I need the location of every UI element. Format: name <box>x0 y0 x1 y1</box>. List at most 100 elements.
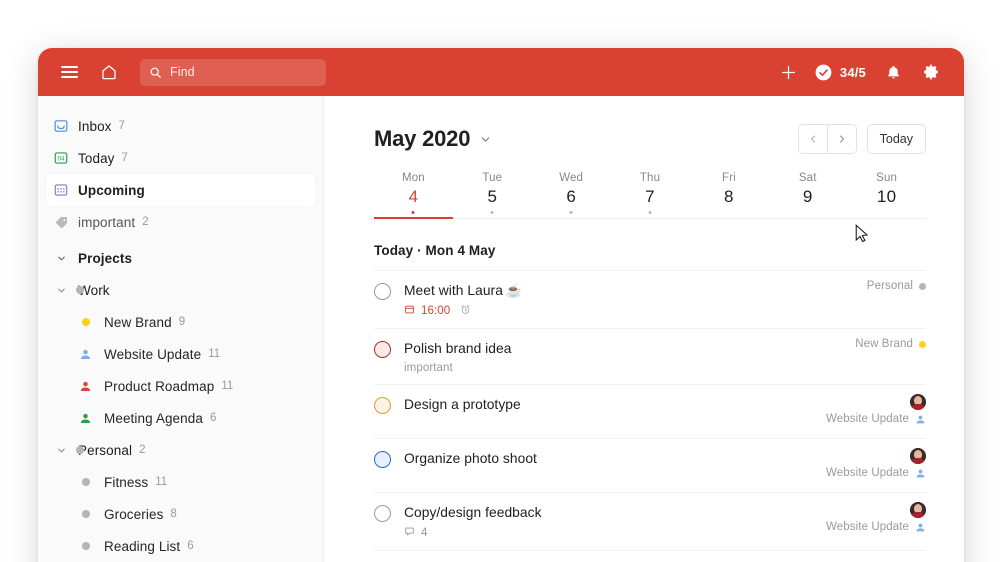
week-day-number: 10 <box>876 187 897 206</box>
main-panel: May 2020 Today Mon 4 Tue 5 Wed 6 Thu 7 F… <box>324 96 964 562</box>
sidebar-item-upcoming[interactable]: Upcoming <box>46 174 315 206</box>
sidebar-item-inbox[interactable]: Inbox 7 <box>46 110 315 142</box>
task-emoji: ☕ <box>505 283 523 298</box>
screenshot-root: Find 34/5 Inbox 7 04 Today 7 Upcoming im… <box>0 0 1000 562</box>
tag-icon <box>52 213 70 231</box>
task-title-text: Meet with Laura <box>404 283 503 298</box>
sidebar-project-groceries[interactable]: Groceries 8 <box>46 498 315 530</box>
plus-icon <box>782 65 796 79</box>
sidebar-item-important[interactable]: important 2 <box>46 206 315 238</box>
task-right-column: New Brand <box>855 338 926 350</box>
task-checkbox[interactable] <box>374 397 391 414</box>
karma-counter[interactable]: 34/5 <box>810 63 872 82</box>
sidebar-project-fitness[interactable]: Fitness 11 <box>46 466 315 498</box>
week-day-name: Sun <box>876 172 898 184</box>
task-project-tag[interactable]: New Brand <box>855 338 926 350</box>
assignee-avatar[interactable] <box>910 502 926 518</box>
task-right-column: Website Update <box>826 394 926 425</box>
sidebar-item-count: 7 <box>121 152 128 164</box>
sidebar-project-product-roadmap[interactable]: Product Roadmap 11 <box>46 370 315 402</box>
week-day-sat[interactable]: Sat 9 <box>768 172 847 218</box>
notifications-button[interactable] <box>876 55 910 89</box>
week-day-name: Fri <box>721 172 736 184</box>
person-icon <box>916 523 925 531</box>
task-project-tag[interactable]: Website Update <box>826 413 926 425</box>
project-color-dot <box>82 318 90 326</box>
week-day-wed[interactable]: Wed 6 <box>532 172 611 218</box>
project-color-dot <box>76 286 84 294</box>
sidebar-project-new-brand[interactable]: New Brand 9 <box>46 306 315 338</box>
prev-week-button[interactable] <box>798 125 827 153</box>
week-day-number: 9 <box>802 187 813 206</box>
week-day-dot <box>569 211 573 214</box>
page-title: May 2020 <box>374 126 471 151</box>
week-day-fri[interactable]: Fri 8 <box>689 172 768 218</box>
week-day-tue[interactable]: Tue 5 <box>453 172 532 218</box>
task-list: Meet with Laura ☕ 16:00 Personal Polish bran… <box>374 270 926 562</box>
month-chevron-down-icon[interactable] <box>479 133 492 146</box>
sidebar-item-label: Inbox <box>78 118 112 134</box>
task-row[interactable]: Copy/design feedback 4 Website Update <box>374 492 926 550</box>
sidebar-project-label: Fitness <box>104 474 149 490</box>
week-day-name: Tue <box>482 172 503 184</box>
week-nav-group <box>797 124 857 154</box>
sidebar-project-label: Personal <box>78 442 133 458</box>
project-person-icon <box>915 414 926 425</box>
svg-text:04: 04 <box>58 157 65 163</box>
week-day-number: 6 <box>566 187 576 206</box>
top-bar-left-group: Find <box>52 55 326 89</box>
sidebar-item-count: 2 <box>142 216 149 228</box>
assignee-avatar[interactable] <box>910 394 926 410</box>
menu-button[interactable] <box>52 55 86 89</box>
sidebar-project-meeting-agenda[interactable]: Meeting Agenda 6 <box>46 402 315 434</box>
task-project-tag[interactable]: Website Update <box>826 467 926 479</box>
projects-section-header[interactable]: Projects <box>46 242 315 274</box>
karma-label: 34/5 <box>839 64 866 80</box>
task-row[interactable]: Bring an umbrella☂ <box>374 550 926 562</box>
sidebar-project-reading-list[interactable]: Reading List 6 <box>46 530 315 562</box>
task-checkbox[interactable] <box>374 283 391 300</box>
home-button[interactable] <box>92 55 126 89</box>
search-input[interactable]: Find <box>140 58 326 86</box>
week-day-name: Wed <box>559 172 584 184</box>
task-project-tag[interactable]: Personal <box>867 280 926 292</box>
hamburger-icon <box>60 62 78 81</box>
week-day-sun[interactable]: Sun 10 <box>847 172 926 218</box>
task-meta-text: 4 <box>421 527 428 539</box>
week-strip: Mon 4 Tue 5 Wed 6 Thu 7 Fri 8 Sat 9 Sun 10 <box>374 172 926 219</box>
today-button[interactable]: Today <box>866 124 926 154</box>
task-row[interactable]: Design a prototype Website Update <box>374 384 926 438</box>
sidebar-project-website-update[interactable]: Website Update 11 <box>46 338 315 370</box>
assignee-avatar[interactable] <box>910 448 926 464</box>
task-checkbox[interactable] <box>374 505 391 522</box>
sidebar-nav-list: Inbox 7 04 Today 7 Upcoming important 2 <box>38 110 323 238</box>
sidebar-item-today[interactable]: 04 Today 7 <box>46 142 315 174</box>
person-icon <box>80 349 90 359</box>
chevron-down-icon[interactable] <box>54 443 68 457</box>
gear-icon <box>924 64 938 80</box>
task-row[interactable]: Meet with Laura ☕ 16:00 Personal <box>374 270 926 328</box>
settings-button[interactable] <box>914 55 948 89</box>
chevron-down-icon[interactable] <box>54 283 68 297</box>
task-checkbox[interactable] <box>374 341 391 358</box>
add-task-button[interactable] <box>772 55 806 89</box>
week-day-mon[interactable]: Mon 4 <box>374 172 453 219</box>
sidebar-item-label: Today <box>78 150 115 166</box>
top-bar: Find 34/5 <box>38 48 964 96</box>
task-meta: important <box>404 362 926 374</box>
week-day-dot <box>648 211 652 214</box>
project-color-dot <box>76 446 84 454</box>
next-week-button[interactable] <box>826 125 856 153</box>
sidebar-project-work[interactable]: Work <box>46 274 315 306</box>
project-person-icon <box>78 347 92 361</box>
task-row[interactable]: Polish brand idea important New Brand <box>374 328 926 384</box>
task-project-name: Website Update <box>825 467 909 479</box>
task-project-tag[interactable]: Website Update <box>826 521 926 533</box>
task-row[interactable]: Organize photo shoot Website Update <box>374 438 926 492</box>
week-day-thu[interactable]: Thu 7 <box>611 172 690 218</box>
task-checkbox[interactable] <box>374 451 391 468</box>
project-color-dot <box>919 282 926 290</box>
sidebar-project-personal[interactable]: Personal 2 <box>46 434 315 466</box>
bell-icon <box>887 65 899 78</box>
sidebar-project-count: 11 <box>221 380 234 392</box>
